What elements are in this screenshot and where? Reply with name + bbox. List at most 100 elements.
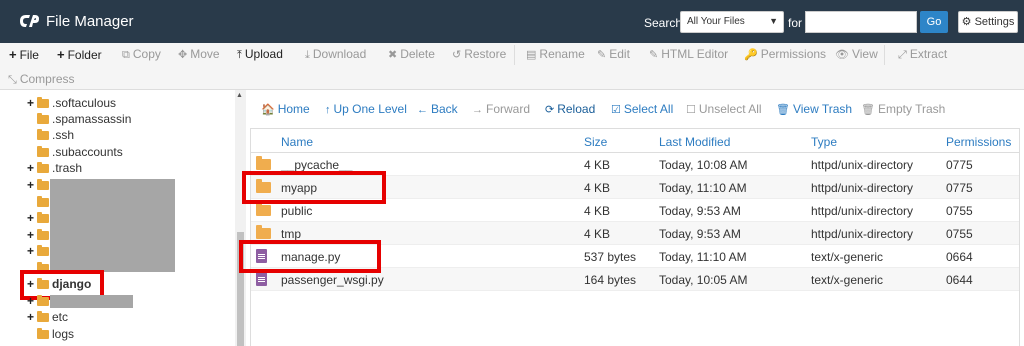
folder-icon [37, 245, 49, 256]
compress-label: Compress [19, 72, 75, 86]
expand-icon[interactable]: + [27, 243, 34, 259]
file-modified: Today, 10:05 AM [659, 273, 748, 287]
up-one-level-button[interactable]: ↑ Up One Level [325, 102, 407, 116]
html-editor-button[interactable]: ✎ HTML Editor [649, 47, 728, 61]
search-input[interactable] [805, 11, 917, 33]
tree-item-logs[interactable]: logs [37, 326, 74, 342]
tree-item-subaccounts[interactable]: .subaccounts [37, 144, 123, 160]
file-type: text/x-generic [811, 273, 884, 287]
copy-button[interactable]: ⧉ Copy [122, 47, 161, 62]
navigation-bar: 🏠 Home ↑ Up One Level ← Back → Forward ⟳ Relo… [250, 96, 1024, 122]
folder-icon [37, 113, 49, 124]
expand-icon[interactable]: + [27, 177, 34, 193]
upload-button[interactable]: ⤒ Upload [237, 47, 283, 62]
upload-label: Upload [244, 47, 283, 61]
empty-trash-label: Empty Trash [877, 102, 946, 116]
move-button[interactable]: ✥ Move [178, 47, 220, 61]
forward-label: Forward [486, 102, 531, 116]
cpanel-logo-icon [20, 15, 39, 27]
expand-icon[interactable]: + [27, 227, 34, 243]
file-size: 4 KB [584, 204, 611, 218]
download-label: Download [312, 47, 367, 61]
column-header-type[interactable]: Type [811, 135, 837, 149]
folder-icon [37, 129, 49, 140]
file-size: 164 bytes [584, 273, 637, 287]
new-file-button[interactable]: + File [9, 47, 39, 62]
file-permissions: 0775 [946, 181, 973, 195]
tree-item-trash[interactable]: + .trash [27, 160, 83, 176]
view-label: View [851, 47, 878, 61]
eye-icon: 👁 [835, 49, 849, 61]
go-button[interactable]: Go [920, 11, 948, 33]
toolbar: + File + Folder ⧉ Copy ✥ Move ⤒ Upload ⤓ Downl… [0, 43, 1024, 90]
search-label: Search [644, 16, 683, 30]
expand-icon[interactable]: + [27, 293, 34, 309]
file-name[interactable]: passenger_wsgi.py [281, 273, 384, 287]
expand-icon[interactable]: + [27, 210, 34, 226]
highlight-box [242, 171, 386, 204]
select-all-button[interactable]: ☑ Select All [611, 102, 673, 116]
unselect-all-button[interactable]: ☐ Unselect All [686, 102, 762, 116]
home-button[interactable]: 🏠 Home [261, 102, 310, 116]
upload-icon: ⤒ [237, 49, 242, 61]
tree-item-label: .trash [52, 161, 83, 175]
settings-button[interactable]: ⚙ Settings [958, 11, 1018, 33]
column-header-size[interactable]: Size [584, 135, 607, 149]
view-trash-button[interactable]: 🗑 View Trash [776, 102, 852, 116]
folder-icon [256, 225, 271, 239]
view-button[interactable]: 👁 View [835, 47, 878, 61]
restore-icon: ↺ [452, 49, 462, 61]
file-name[interactable]: __pycache__ [281, 158, 352, 172]
reload-button[interactable]: ⟳ Reload [545, 102, 595, 116]
forward-button[interactable]: → Forward [472, 102, 530, 116]
tree-item-label: .spamassassin [52, 112, 132, 126]
arrow-right-icon: → [472, 104, 483, 116]
tree-item-label: .subaccounts [52, 145, 123, 159]
file-name[interactable]: public [281, 204, 312, 218]
new-folder-button[interactable]: + Folder [57, 47, 102, 62]
column-header-name[interactable]: Name [281, 135, 313, 149]
home-label: Home [277, 102, 310, 116]
tree-item-label: logs [52, 327, 75, 341]
download-button[interactable]: ⤓ Download [305, 47, 366, 62]
tree-item-label: .ssh [52, 128, 75, 142]
extract-label: Extract [909, 47, 948, 61]
file-name[interactable]: tmp [281, 227, 301, 241]
back-button[interactable]: ← Back [417, 102, 458, 116]
delete-button[interactable]: ✖ Delete [388, 47, 435, 61]
reload-icon: ⟳ [545, 104, 555, 116]
level-up-icon: ↑ [325, 104, 331, 116]
expand-icon[interactable]: + [27, 95, 34, 111]
app-title: File Manager [46, 13, 134, 30]
table-header-row: Name Size Last Modified Type Permissions [251, 129, 1019, 153]
scroll-up-arrow-icon[interactable]: ▲ [236, 92, 243, 99]
restore-button[interactable]: ↺ Restore [452, 47, 506, 61]
rename-button[interactable]: ▤ Rename [526, 47, 585, 61]
extract-button[interactable]: ⤢ Extract [898, 47, 947, 62]
restore-label: Restore [464, 47, 507, 61]
file-modified: Today, 9:53 AM [659, 204, 741, 218]
compress-button[interactable]: ⤡ Compress [8, 72, 75, 87]
tree-item-spamassassin[interactable]: .spamassassin [37, 111, 131, 127]
permissions-label: Permissions [760, 47, 827, 61]
search-scope-select[interactable]: All Your Files ▼ [680, 11, 784, 33]
column-header-modified[interactable]: Last Modified [659, 135, 730, 149]
tree-item-softaculous[interactable]: + .softaculous [27, 95, 116, 111]
file-type: httpd/unix-directory [811, 204, 914, 218]
empty-box-icon: ☐ [686, 104, 696, 116]
column-header-permissions[interactable]: Permissions [946, 135, 1011, 149]
expand-icon[interactable]: + [27, 309, 34, 325]
file-permissions: 0775 [946, 158, 973, 172]
expand-icon[interactable]: + [27, 160, 34, 176]
file-size: 4 KB [584, 158, 611, 172]
edit-button[interactable]: ✎ Edit [597, 47, 630, 61]
file-modified: Today, 11:10 AM [659, 181, 747, 195]
permissions-button[interactable]: 🔑 Permissions [744, 47, 826, 61]
copy-icon: ⧉ [122, 49, 130, 61]
file-type: httpd/unix-directory [811, 181, 914, 195]
empty-trash-button[interactable]: 🗑 Empty Trash [861, 102, 945, 116]
tree-item-ssh[interactable]: .ssh [37, 127, 74, 143]
copy-label: Copy [132, 47, 161, 61]
tree-item-etc[interactable]: + etc [27, 309, 68, 325]
key-icon: 🔑 [744, 49, 758, 61]
